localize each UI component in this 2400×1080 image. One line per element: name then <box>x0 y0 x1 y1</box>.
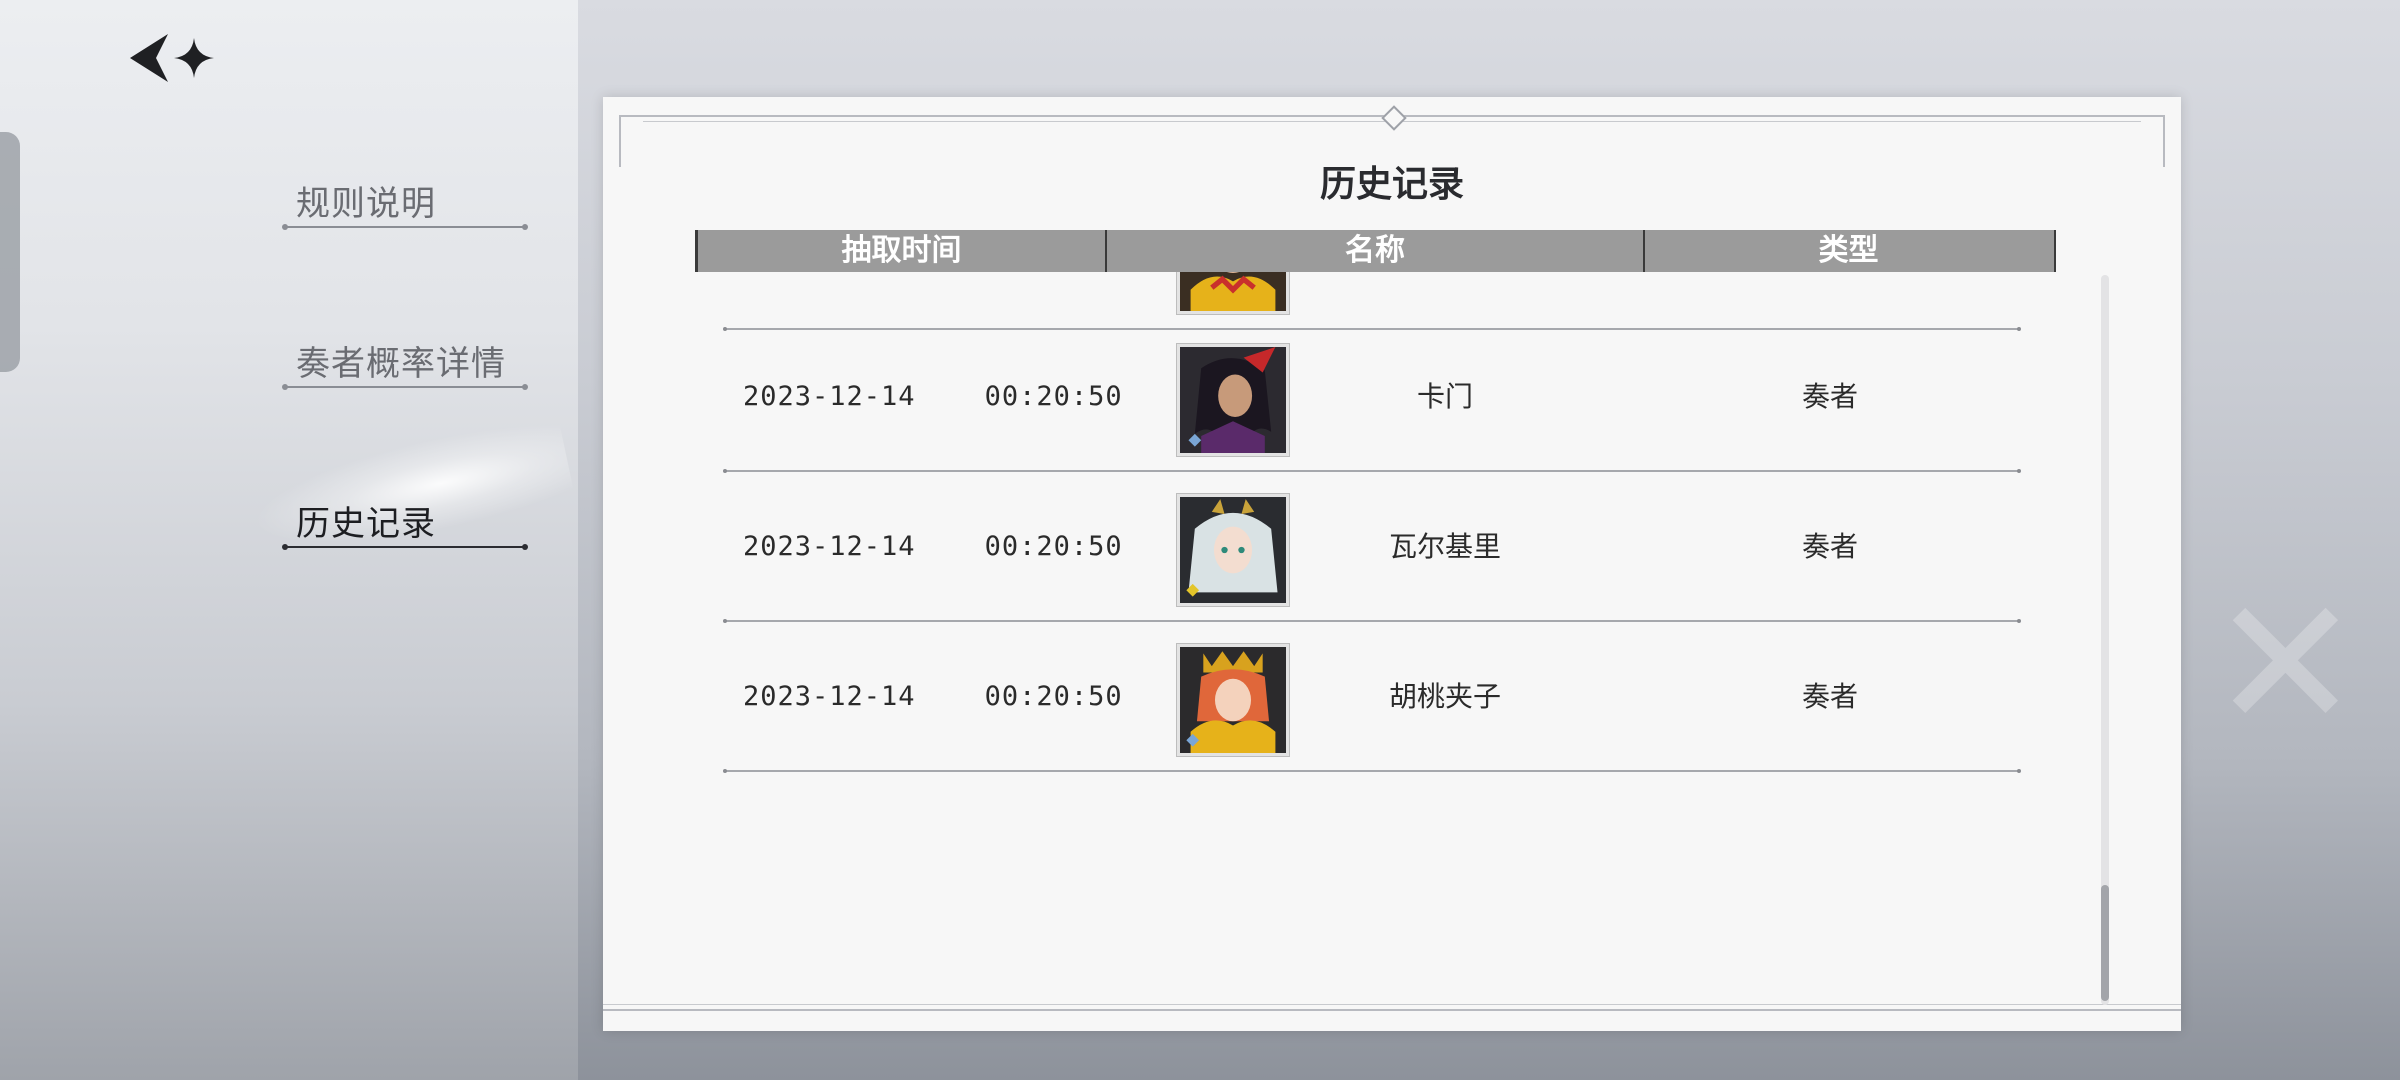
diamond-ornament-icon <box>1381 105 1407 131</box>
frame-line <box>603 1004 2181 1005</box>
nav-item-rules[interactable]: 规则说明 <box>282 158 528 230</box>
scrollbar-thumb[interactable] <box>2101 885 2109 1001</box>
scrollbar[interactable] <box>2101 275 2109 1005</box>
character-name: 瓦尔基里 <box>1388 530 1501 563</box>
background-ornament: ✕ <box>2210 560 2361 769</box>
table-row: 2023-12-14 00:20:50 瓦尔基里 奏者 <box>723 472 2021 623</box>
nav-underline <box>282 384 528 390</box>
history-panel: 历史记录 抽取时间 名称 类型 2023-12-14 00:20:50 卡门 奏… <box>603 97 2181 1031</box>
draw-time: 2023-12-14 00:20:50 <box>743 681 1123 712</box>
nav-item-label: 奏者概率详情 <box>296 344 506 384</box>
column-header-time: 抽取时间 <box>698 230 1107 272</box>
nav-item-label: 规则说明 <box>296 184 436 224</box>
frame-line <box>603 1009 2181 1011</box>
edge-pull-tab[interactable] <box>0 132 20 372</box>
character-name: 胡桃夹子 <box>1388 680 1501 713</box>
nav-item-label: 历史记录 <box>296 504 436 544</box>
character-avatar-dark-haired-icon <box>1177 344 1289 456</box>
history-list[interactable]: 2023-12-14 00:20:50 卡门 奏者 2023-12-14 00:… <box>695 272 2051 972</box>
nav-underline <box>282 224 528 230</box>
nav-item-probability[interactable]: 奏者概率详情 <box>282 318 528 390</box>
page-title: 历史记录 <box>1319 163 1464 205</box>
nav-item-history[interactable]: 历史记录 <box>282 478 528 550</box>
character-type: 奏者 <box>1801 530 1858 563</box>
table-row: 2023-12-14 00:20:50 胡桃夹子 奏者 <box>723 622 2021 773</box>
character-avatar-icon <box>1177 272 1289 314</box>
character-avatar-silver-haired-icon <box>1177 494 1289 606</box>
column-header-name: 名称 <box>1107 230 1645 272</box>
draw-time: 2023-12-14 00:20:50 <box>743 531 1123 562</box>
nav-underline <box>282 544 528 550</box>
character-type: 奏者 <box>1801 380 1858 413</box>
table-header: 抽取时间 名称 类型 <box>695 230 2056 272</box>
row-divider <box>723 769 2021 773</box>
character-name: 卡门 <box>1416 380 1473 413</box>
column-header-type: 类型 <box>1818 233 1879 268</box>
draw-time: 2023-12-14 00:20:50 <box>743 381 1123 412</box>
character-type: 奏者 <box>1801 680 1858 713</box>
character-avatar-red-haired-icon <box>1177 644 1289 756</box>
back-arrow-star-icon <box>130 34 214 82</box>
table-row: 2023-12-14 00:20:50 卡门 奏者 <box>723 322 2021 473</box>
back-button[interactable] <box>126 28 222 88</box>
